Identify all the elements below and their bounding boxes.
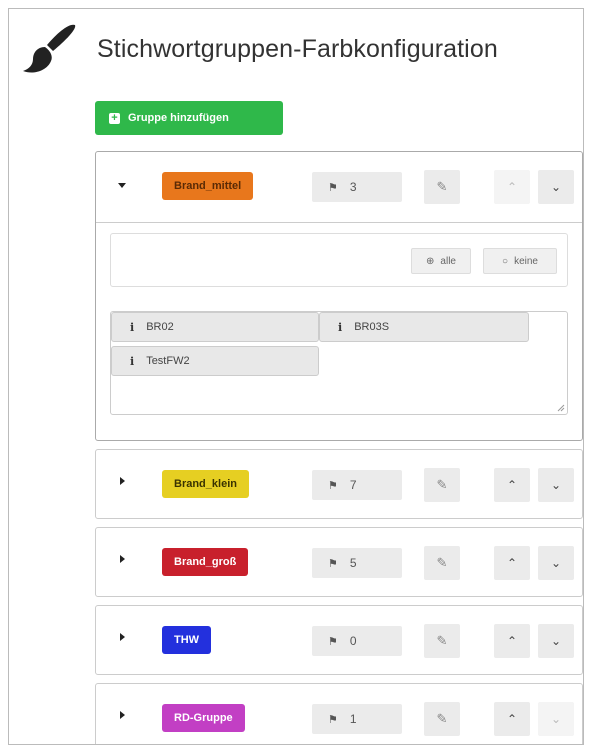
tag-count-value: 0 (349, 634, 357, 648)
group-header[interactable]: Brand_groß ⚑ 5 ✎ ⌃ ⌄ (96, 528, 582, 598)
chevron-up-icon: ⌃ (506, 180, 518, 194)
select-none-label: keine (514, 255, 538, 267)
edit-button[interactable]: ✎ (424, 468, 460, 502)
group-header[interactable]: Brand_mittel ⚑ 3 ✎ ⌃ ⌄ (96, 152, 582, 222)
edit-icon: ✎ (436, 711, 448, 726)
move-down-button[interactable]: ⌄ (538, 546, 574, 580)
tag-icon: ⚑ (328, 181, 338, 194)
group-header[interactable]: Brand_klein ⚑ 7 ✎ ⌃ ⌄ (96, 450, 582, 520)
chevron-up-icon: ⌃ (506, 634, 518, 648)
tag-count-badge: ⚑ 5 (312, 548, 402, 578)
move-up-button[interactable]: ⌃ (494, 702, 530, 736)
caret-down-icon[interactable] (118, 183, 126, 188)
group-header[interactable]: THW ⚑ 0 ✎ ⌃ ⌄ (96, 606, 582, 676)
info-icon: i (130, 354, 135, 368)
group-label: Brand_mittel (162, 172, 254, 200)
tag-count-badge: ⚑ 0 (312, 626, 402, 656)
paintbrush-icon (23, 24, 76, 73)
tag-count-badge: ⚑ 3 (312, 172, 402, 202)
group-label: Brand_klein (162, 470, 249, 498)
caret-right-icon[interactable] (120, 555, 125, 563)
group-header[interactable]: RD-Gruppe ⚑ 1 ✎ ⌃ ⌄ (96, 684, 582, 744)
select-all-label: alle (440, 255, 456, 267)
edit-button[interactable]: ✎ (424, 170, 460, 204)
add-group-label: Gruppe hinzufügen (128, 112, 229, 124)
tag-list-area[interactable]: i BR02 i BR03S i TestFW2 (110, 311, 568, 415)
select-none-button[interactable]: ○ keine (483, 248, 557, 274)
group-panel-brand-klein: Brand_klein ⚑ 7 ✎ ⌃ ⌄ (95, 449, 583, 519)
group-body: ⊕ alle ○ keine i BR02 i BR03S i TestFW2 (96, 222, 582, 427)
plus-square-icon: + (109, 112, 120, 124)
move-up-button[interactable]: ⌃ (494, 468, 530, 502)
edit-button[interactable]: ✎ (424, 702, 460, 736)
tag-chip[interactable]: i TestFW2 (111, 346, 319, 376)
circle-icon: ○ (502, 255, 509, 267)
main-frame: Stichwortgruppen-Farbkonfiguration + Gru… (8, 8, 584, 745)
chevron-up-icon: ⌃ (506, 478, 518, 492)
move-down-button[interactable]: ⌄ (538, 702, 574, 736)
move-up-button[interactable]: ⌃ (494, 170, 530, 204)
tag-count-badge: ⚑ 1 (312, 704, 402, 734)
tag-chip[interactable]: i BR03S (319, 312, 529, 342)
caret-right-icon[interactable] (120, 633, 125, 641)
group-panel-thw: THW ⚑ 0 ✎ ⌃ ⌄ (95, 605, 583, 675)
tag-icon: ⚑ (328, 713, 338, 726)
chevron-up-icon: ⌃ (506, 712, 518, 726)
caret-right-icon[interactable] (120, 477, 125, 485)
chevron-up-icon: ⌃ (506, 556, 518, 570)
move-down-button[interactable]: ⌄ (538, 624, 574, 658)
edit-icon: ✎ (436, 633, 448, 648)
group-label: RD-Gruppe (162, 704, 245, 732)
info-icon: i (130, 320, 135, 334)
tag-count-value: 5 (349, 556, 357, 570)
page-title: Stichwortgruppen-Farbkonfiguration (97, 35, 498, 63)
tag-icon: ⚑ (328, 557, 338, 570)
tag-chip-label: TestFW2 (146, 355, 190, 367)
tag-count-value: 1 (349, 712, 357, 726)
chevron-down-icon: ⌄ (550, 180, 562, 194)
chevron-down-icon: ⌄ (550, 712, 562, 726)
group-label: Brand_groß (162, 548, 249, 576)
select-bar: ⊕ alle ○ keine (110, 233, 568, 287)
edit-icon: ✎ (436, 555, 448, 570)
check-circle-icon: ⊕ (426, 255, 435, 267)
tag-chip-label: BR03S (354, 321, 390, 333)
tag-icon: ⚑ (328, 635, 338, 648)
move-up-button[interactable]: ⌃ (494, 546, 530, 580)
tag-count-badge: ⚑ 7 (312, 470, 402, 500)
tag-chip[interactable]: i BR02 (111, 312, 319, 342)
edit-icon: ✎ (436, 179, 448, 194)
tag-count-value: 7 (349, 478, 357, 492)
move-down-button[interactable]: ⌄ (538, 468, 574, 502)
move-down-button[interactable]: ⌄ (538, 170, 574, 204)
tag-count-value: 3 (349, 180, 357, 194)
tag-chip-label: BR02 (146, 321, 174, 333)
group-panel-rd-gruppe: RD-Gruppe ⚑ 1 ✎ ⌃ ⌄ (95, 683, 583, 744)
caret-right-icon[interactable] (120, 711, 125, 719)
move-up-button[interactable]: ⌃ (494, 624, 530, 658)
edit-button[interactable]: ✎ (424, 546, 460, 580)
resize-grip-icon[interactable] (557, 404, 565, 412)
edit-button[interactable]: ✎ (424, 624, 460, 658)
select-all-button[interactable]: ⊕ alle (411, 248, 471, 274)
chevron-down-icon: ⌄ (550, 634, 562, 648)
group-label: THW (162, 626, 212, 654)
group-panel-brand-gross: Brand_groß ⚑ 5 ✎ ⌃ ⌄ (95, 527, 583, 597)
edit-icon: ✎ (436, 477, 448, 492)
group-panel-brand-mittel: Brand_mittel ⚑ 3 ✎ ⌃ ⌄ ⊕ alle ○ keine i … (95, 151, 583, 441)
tag-icon: ⚑ (328, 479, 338, 492)
add-group-button[interactable]: + Gruppe hinzufügen (95, 101, 283, 135)
info-icon: i (338, 320, 343, 334)
chevron-down-icon: ⌄ (550, 556, 562, 570)
chevron-down-icon: ⌄ (550, 478, 562, 492)
